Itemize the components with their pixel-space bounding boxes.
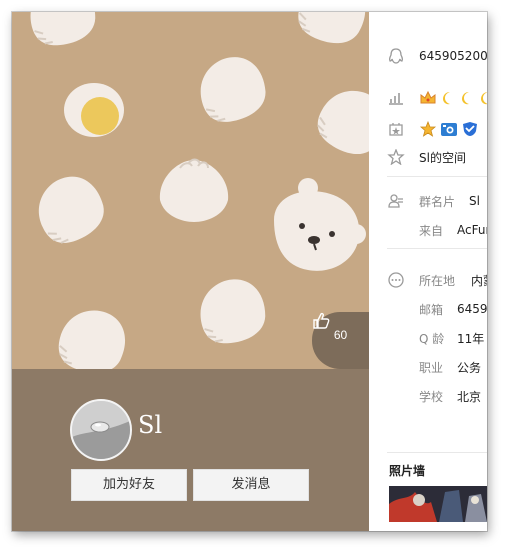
divider: [387, 248, 487, 249]
more-icon: [388, 272, 404, 288]
like-button[interactable]: 60: [312, 312, 369, 369]
source-label: 来自: [419, 223, 444, 238]
age-value: 11年: [457, 331, 485, 346]
level-icon: [389, 93, 403, 105]
profile-band: Sl 加为好友 发消息: [12, 369, 369, 531]
egg-illustration: [64, 83, 124, 137]
qq-number: 645905200: [419, 49, 487, 63]
job-label: 职业: [419, 360, 444, 375]
email-value: 645905: [457, 302, 487, 316]
profile-window: 60 Sl 加为好友 发消息 645905200 Sl的空间 群名片 Sl 来自…: [12, 12, 487, 531]
avatar[interactable]: [70, 399, 132, 461]
profile-left-panel: 60 Sl 加为好友 发消息: [12, 12, 369, 531]
group-card-value: Sl: [469, 194, 480, 208]
location-value: 内蒙: [471, 273, 487, 288]
send-message-button[interactable]: 发消息: [193, 469, 309, 501]
add-friend-button[interactable]: 加为好友: [71, 469, 187, 501]
age-label: Q 龄: [419, 331, 445, 346]
source-value: AcFun: [457, 223, 487, 237]
thumb-up-icon: [313, 312, 330, 329]
nickname: Sl: [138, 411, 163, 439]
info-panel: 645905200 Sl的空间 群名片 Sl 来自 AcFu 所在地 内 邮箱 …: [369, 12, 487, 531]
moon-icon: [462, 92, 469, 105]
divider: [387, 452, 487, 453]
school-label: 学校: [419, 389, 444, 404]
email-label: 邮箱: [419, 302, 444, 317]
camera-icon[interactable]: [440, 121, 458, 137]
photo-wall-thumbnail[interactable]: [389, 486, 487, 522]
card-icon: [388, 194, 403, 208]
penguin-icon: [388, 48, 404, 64]
qzone-link[interactable]: Sl的空间: [419, 149, 466, 166]
vip-icon: [389, 123, 403, 136]
location-label: 所在地: [419, 273, 456, 288]
school-value: 北京: [457, 389, 482, 404]
star-icon[interactable]: [419, 121, 437, 137]
cover-image: 60: [12, 12, 369, 369]
like-count: 60: [333, 328, 348, 342]
bear-illustration: [274, 178, 366, 271]
shield-icon[interactable]: [461, 121, 479, 137]
job-value: 公务: [457, 360, 482, 375]
moon-icon: [481, 92, 487, 105]
moon-icon: [443, 92, 450, 105]
divider: [387, 176, 487, 177]
group-card-label: 群名片: [419, 194, 456, 209]
space-star-icon: [387, 149, 405, 165]
crown-icon: [420, 90, 436, 104]
photo-wall-title: 照片墙: [389, 464, 426, 478]
